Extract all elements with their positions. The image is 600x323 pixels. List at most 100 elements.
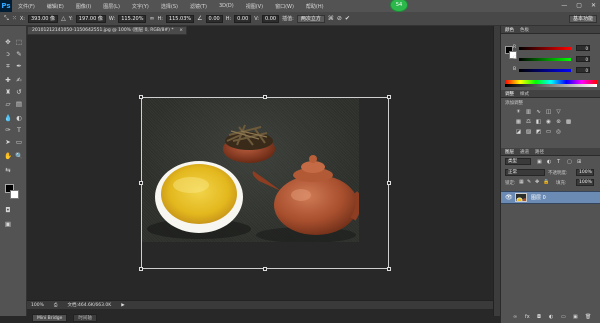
- cancel-transform-icon[interactable]: ⊘: [337, 15, 342, 22]
- red-input[interactable]: 0: [576, 45, 590, 51]
- type-tool-icon[interactable]: T: [14, 126, 24, 135]
- red-slider[interactable]: R 0: [513, 45, 590, 51]
- levels-icon[interactable]: ▥: [525, 109, 532, 116]
- zoom-level[interactable]: 100%: [31, 303, 44, 308]
- blue-slider[interactable]: B 0: [513, 67, 590, 73]
- quick-mask-icon[interactable]: ◘: [3, 206, 13, 215]
- reference-point-icon[interactable]: ⁙: [12, 15, 17, 22]
- lock-all-icon[interactable]: 🔒: [543, 179, 549, 185]
- menu-layer[interactable]: 图层(L): [103, 3, 120, 10]
- green-input[interactable]: 0: [576, 56, 590, 62]
- transform-handle-bottom-right[interactable]: [387, 267, 391, 271]
- menu-image[interactable]: 图像(I): [76, 3, 91, 10]
- vskew-input[interactable]: 0.00: [261, 14, 280, 23]
- minimize-icon[interactable]: —: [561, 2, 567, 9]
- photo-filter-icon[interactable]: ◉: [545, 119, 552, 126]
- transform-handle-top-left[interactable]: [139, 95, 143, 99]
- layer-name[interactable]: 图层 0: [531, 194, 546, 201]
- maximize-icon[interactable]: ▢: [576, 2, 582, 9]
- export-icon[interactable]: ⎙: [54, 302, 58, 308]
- transform-handle-left[interactable]: [139, 181, 143, 185]
- color-balance-icon[interactable]: ⚖: [525, 119, 532, 126]
- menu-edit[interactable]: 编辑(E): [47, 3, 64, 10]
- pen-tool-icon[interactable]: ✑: [3, 126, 13, 135]
- tab-swatches[interactable]: 色板: [520, 27, 529, 33]
- shape-tool-icon[interactable]: ▭: [14, 138, 24, 147]
- layer-thumbnail[interactable]: [515, 193, 527, 202]
- blend-mode-select[interactable]: 正常: [505, 169, 545, 176]
- lasso-tool-icon[interactable]: ↄ: [3, 50, 13, 59]
- swap-colors-icon[interactable]: ⇆: [3, 166, 13, 175]
- threshold-icon[interactable]: ◩: [535, 129, 542, 136]
- gradient-tool-icon[interactable]: ▤: [14, 100, 24, 109]
- delete-layer-icon[interactable]: 🗑: [585, 314, 591, 320]
- document-tab[interactable]: 20101212141050-1150642551.jpg @ 100% (图层…: [27, 26, 187, 35]
- filter-shape-icon[interactable]: ▢: [567, 159, 572, 165]
- menu-3d[interactable]: 3D(D): [219, 3, 234, 9]
- menu-file[interactable]: 文件(F): [18, 3, 35, 10]
- workspace-select[interactable]: 基本功能: [568, 14, 597, 23]
- gradient-map-icon[interactable]: ▭: [545, 129, 552, 136]
- menu-help[interactable]: 帮助(H): [306, 3, 324, 10]
- invert-icon[interactable]: ◪: [515, 129, 522, 136]
- menu-filter[interactable]: 滤镜(T): [190, 3, 207, 10]
- menu-view[interactable]: 视图(V): [246, 3, 263, 10]
- color-lookup-icon[interactable]: ▩: [565, 119, 572, 126]
- tab-timeline[interactable]: 时间轴: [73, 313, 97, 322]
- x-input[interactable]: 393.00 像: [27, 14, 59, 23]
- angle-input[interactable]: 0.00: [205, 14, 223, 23]
- layer-mask-icon[interactable]: ◘: [537, 314, 541, 320]
- link-icon[interactable]: ∞: [149, 15, 154, 22]
- transform-handle-top-right[interactable]: [387, 95, 391, 99]
- visibility-eye-icon[interactable]: 👁: [505, 194, 513, 201]
- black-white-icon[interactable]: ◧: [535, 119, 542, 126]
- marquee-tool-icon[interactable]: ⬚: [14, 38, 24, 47]
- eraser-tool-icon[interactable]: ▱: [3, 100, 13, 109]
- layer-style-icon[interactable]: fx: [525, 314, 530, 320]
- transform-handle-right[interactable]: [387, 181, 391, 185]
- crop-tool-icon[interactable]: ⌗: [3, 62, 13, 71]
- hue-saturation-icon[interactable]: ▦: [515, 119, 522, 126]
- zoom-tool-icon[interactable]: 🔍: [14, 152, 24, 161]
- document-info[interactable]: 文档:464.6K/663.0K: [67, 302, 111, 308]
- channel-mixer-icon[interactable]: ⊛: [555, 119, 562, 126]
- warp-icon[interactable]: ⌘: [328, 15, 334, 22]
- color-spectrum[interactable]: [505, 80, 597, 87]
- exposure-icon[interactable]: ◫: [545, 109, 552, 116]
- filter-smart-icon[interactable]: ⊞: [577, 159, 581, 165]
- tab-styles[interactable]: 样式: [520, 91, 529, 97]
- close-document-icon[interactable]: ×: [179, 27, 183, 34]
- dodge-tool-icon[interactable]: ◐: [14, 114, 24, 123]
- performance-badge[interactable]: 54: [390, 0, 408, 12]
- curves-icon[interactable]: ∿: [535, 109, 542, 116]
- screen-mode-icon[interactable]: ▣: [3, 220, 13, 229]
- green-slider[interactable]: G 0: [513, 56, 590, 62]
- selective-color-icon[interactable]: ◎: [555, 129, 562, 136]
- vibrance-icon[interactable]: ▽: [555, 109, 562, 116]
- lock-transparent-icon[interactable]: ▦: [519, 179, 524, 185]
- move-tool-icon[interactable]: ✥: [3, 38, 13, 47]
- tab-paths[interactable]: 路径: [535, 149, 544, 155]
- tab-layers[interactable]: 图层: [505, 149, 514, 155]
- tab-channels[interactable]: 通道: [520, 149, 529, 155]
- clone-stamp-tool-icon[interactable]: ♜: [3, 88, 13, 97]
- menu-type[interactable]: 文字(Y): [132, 3, 149, 10]
- lock-position-icon[interactable]: ✥: [535, 179, 539, 185]
- status-menu-arrow-icon[interactable]: ▶: [121, 303, 124, 308]
- new-adjustment-layer-icon[interactable]: ◐: [549, 314, 553, 320]
- hskew-input[interactable]: 0.00: [234, 14, 252, 23]
- relative-position-icon[interactable]: △: [61, 15, 66, 22]
- layer-kind-filter[interactable]: 类型: [505, 158, 531, 165]
- transform-tool-icon[interactable]: ⤡: [4, 15, 9, 23]
- close-icon[interactable]: ✕: [591, 2, 596, 9]
- brush-tool-icon[interactable]: ✍: [14, 76, 24, 85]
- posterize-icon[interactable]: ▨: [525, 129, 532, 136]
- tab-adjustments[interactable]: 调整: [505, 91, 514, 97]
- lock-pixels-icon[interactable]: ✎: [527, 179, 531, 185]
- history-brush-tool-icon[interactable]: ↺: [14, 88, 24, 97]
- new-group-icon[interactable]: ▭: [561, 314, 566, 320]
- height-input[interactable]: 115.03%: [165, 14, 195, 23]
- quick-select-tool-icon[interactable]: ✎: [14, 50, 24, 59]
- transform-handle-bottom[interactable]: [263, 267, 267, 271]
- transform-handle-bottom-left[interactable]: [139, 267, 143, 271]
